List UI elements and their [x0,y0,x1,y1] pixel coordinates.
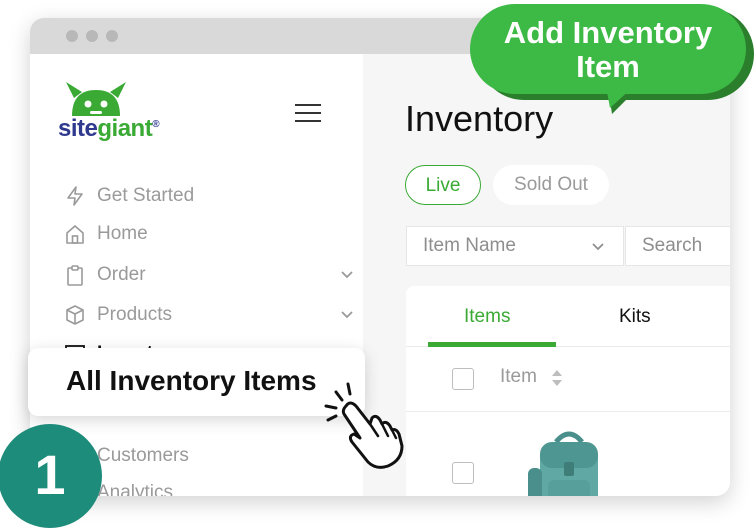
step-number-badge: 1 [0,424,102,528]
clipboard-icon [67,265,83,286]
giant-mascot-icon [66,82,126,116]
column-header-item[interactable]: Item [500,366,537,388]
divider [406,411,730,412]
sidebar-item-label: Home [97,223,148,244]
sidebar-item-products[interactable]: Products [64,301,353,329]
sidebar-item-label: Analytics [97,482,174,496]
search-input[interactable]: Search [625,226,730,266]
tab-sold-out[interactable]: Sold Out [493,165,609,205]
sidebar-item-customers[interactable]: Customers [64,442,334,470]
select-all-checkbox[interactable] [452,368,474,390]
window-dot [106,30,118,42]
chevron-down-icon[interactable] [340,308,354,322]
sidebar-item-label: Get Started [97,185,195,206]
submenu-item-label: All Inventory Items [66,365,317,396]
active-tab-indicator [428,342,556,347]
box-icon [66,305,84,325]
sort-icon[interactable] [550,367,564,389]
sitegiant-logo[interactable]: sitegiant® [58,80,198,150]
sidebar-item-get-started[interactable]: Get Started [64,182,334,210]
page-title: Inventory [405,98,554,139]
add-inventory-callout: Add Inventory Item [470,4,746,94]
sidebar: sitegiant® Get Started Home Order Produc… [30,54,363,496]
submenu-item-all-inventory-items[interactable]: All Inventory Items [28,348,365,416]
row-checkbox[interactable] [452,462,474,484]
bolt-icon [67,186,83,206]
filter-select-value: Item Name [423,235,516,256]
tab-kits[interactable]: Kits [619,306,651,328]
backpack-product-image [528,431,598,496]
chevron-down-icon [592,243,604,251]
step-number: 1 [34,443,66,506]
search-placeholder: Search [642,235,703,256]
sidebar-item-home[interactable]: Home [64,220,334,248]
tab-live[interactable]: Live [405,165,481,205]
home-icon [66,225,84,244]
sidebar-item-label: Products [97,304,172,325]
pointer-hand-icon [324,382,404,469]
main-content: Inventory Live Sold Out Item Name Search… [363,54,730,496]
brand-wordmark: sitegiant® [58,115,160,142]
tab-items[interactable]: Items [464,306,510,328]
window-dot [86,30,98,42]
filter-field-select[interactable]: Item Name [406,226,624,266]
callout-text: Add Inventory Item [503,15,713,84]
sidebar-item-label: Customers [97,445,189,466]
hamburger-menu-icon[interactable] [295,104,321,124]
window-dot [66,30,78,42]
sidebar-item-label: Order [97,264,146,285]
chevron-down-icon[interactable] [340,268,354,282]
sidebar-item-order[interactable]: Order [64,261,353,289]
inventory-table-card: Items Kits Item [406,286,730,496]
sidebar-item-analytics[interactable]: Analytics [64,479,334,496]
